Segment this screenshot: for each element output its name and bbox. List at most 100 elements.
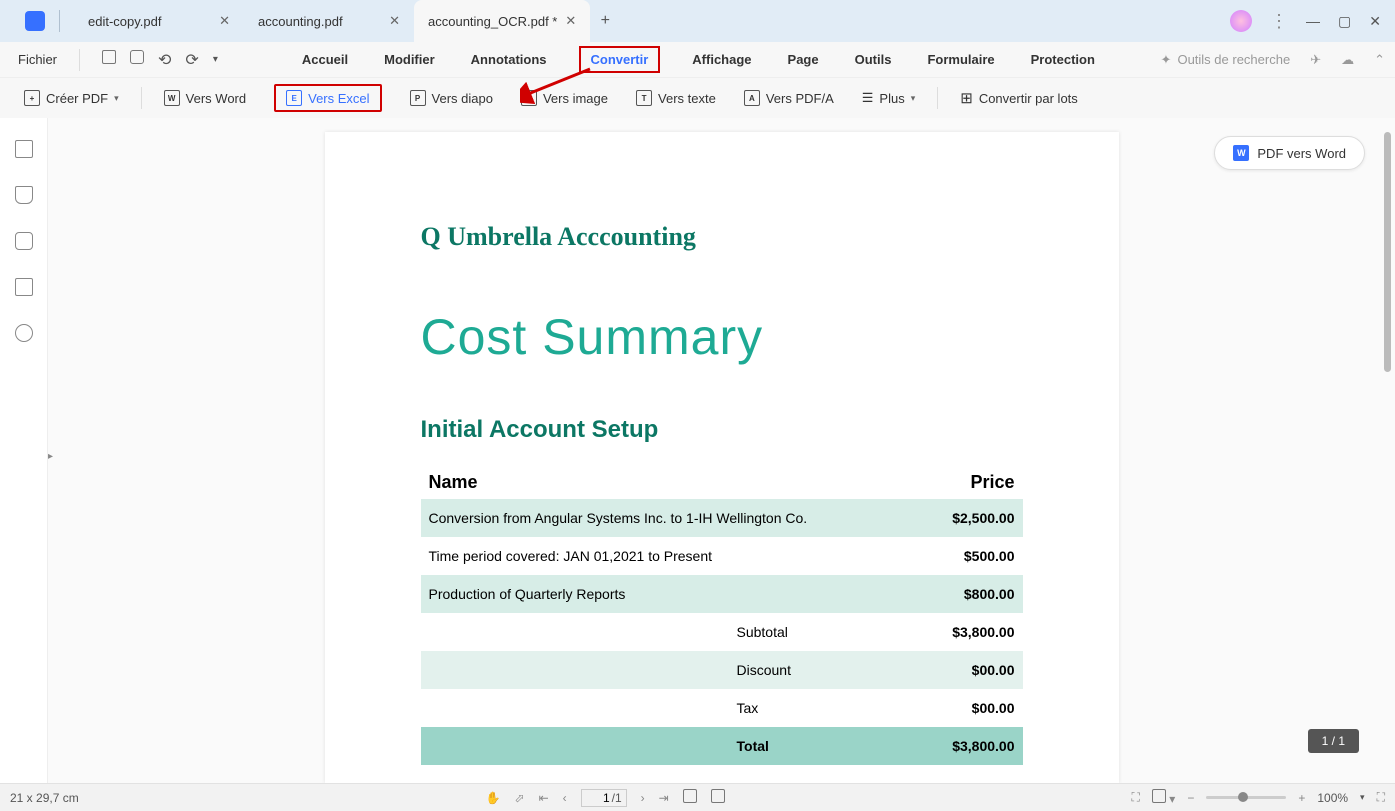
summary-row: Total$3,800.00 bbox=[421, 727, 1023, 765]
document-tab[interactable]: accounting.pdf ✕ bbox=[244, 0, 414, 42]
cloud-icon[interactable]: ☁ bbox=[1341, 52, 1354, 68]
to-excel-label: Vers Excel bbox=[308, 91, 369, 106]
menu-convertir[interactable]: Convertir bbox=[579, 46, 661, 73]
close-tab-icon[interactable]: ✕ bbox=[219, 13, 230, 29]
close-button[interactable]: ✕ bbox=[1369, 13, 1381, 30]
row-price: $500.00 bbox=[964, 548, 1015, 564]
document-viewport[interactable]: Q Umbrella Acccounting Cost Summary Init… bbox=[48, 118, 1395, 783]
comments-icon[interactable] bbox=[15, 232, 33, 250]
zoom-level[interactable]: 100% bbox=[1317, 791, 1348, 805]
fit-width-icon[interactable]: ⛶ bbox=[1132, 790, 1140, 805]
next-page-icon[interactable]: › bbox=[641, 791, 645, 805]
to-excel-button[interactable]: E Vers Excel bbox=[274, 84, 381, 112]
summary-row: Tax$00.00 bbox=[421, 689, 1023, 727]
to-texte-label: Vers texte bbox=[658, 91, 716, 106]
pdfa-icon: A bbox=[744, 90, 760, 106]
zoom-out-icon[interactable]: − bbox=[1187, 791, 1194, 805]
hand-tool-icon[interactable]: ✋ bbox=[486, 791, 501, 805]
new-tab-button[interactable]: + bbox=[590, 12, 620, 30]
create-pdf-label: Créer PDF bbox=[46, 91, 108, 106]
menu-formulaire[interactable]: Formulaire bbox=[923, 46, 998, 73]
vertical-scrollbar[interactable] bbox=[1384, 132, 1391, 372]
workspace: ▸ Q Umbrella Acccounting Cost Summary In… bbox=[0, 118, 1395, 783]
to-diapo-button[interactable]: P Vers diapo bbox=[410, 90, 493, 106]
plus-button[interactable]: ☰ Plus ▾ bbox=[862, 90, 915, 106]
zoom-dropdown-icon[interactable]: ▾ bbox=[1360, 792, 1365, 803]
redo-icon[interactable]: ⟳ bbox=[185, 50, 198, 70]
view-mode-icon[interactable]: ▾ bbox=[1152, 789, 1175, 806]
minimize-button[interactable]: — bbox=[1306, 13, 1320, 29]
page-dimensions: 21 x 29,7 cm bbox=[10, 791, 79, 805]
create-pdf-button[interactable]: + Créer PDF ▾ bbox=[24, 90, 119, 106]
doc-subtitle: Initial Account Setup bbox=[421, 416, 1023, 444]
prev-page-icon[interactable]: ‹ bbox=[563, 791, 567, 805]
qat-dropdown-icon[interactable]: ▾ bbox=[213, 54, 218, 65]
menu-accueil[interactable]: Accueil bbox=[298, 46, 352, 73]
table-row: Conversion from Angular Systems Inc. to … bbox=[421, 499, 1023, 537]
user-avatar[interactable] bbox=[1230, 10, 1252, 32]
page-input[interactable]: /1 bbox=[581, 789, 627, 807]
row-price: $2,500.00 bbox=[952, 510, 1014, 526]
pdf-page: Q Umbrella Acccounting Cost Summary Init… bbox=[325, 132, 1119, 783]
to-word-button[interactable]: W Vers Word bbox=[164, 90, 246, 106]
pdf-to-word-float-button[interactable]: W PDF vers Word bbox=[1214, 136, 1365, 170]
chevron-down-icon: ▾ bbox=[114, 93, 119, 104]
close-tab-icon[interactable]: ✕ bbox=[565, 13, 576, 29]
more-icon[interactable]: ⋮ bbox=[1270, 11, 1288, 32]
plus-label: Plus bbox=[879, 91, 904, 106]
document-tab[interactable]: edit-copy.pdf✕ bbox=[74, 0, 244, 42]
table-row: Time period covered: JAN 01,2021 to Pres… bbox=[421, 537, 1023, 575]
excel-icon: E bbox=[286, 90, 302, 106]
close-tab-icon[interactable]: ✕ bbox=[389, 13, 400, 29]
file-menu[interactable]: Fichier bbox=[10, 52, 65, 67]
menu-affichage[interactable]: Affichage bbox=[688, 46, 755, 73]
single-page-icon[interactable] bbox=[683, 789, 697, 806]
float-button-label: PDF vers Word bbox=[1257, 146, 1346, 161]
first-page-icon[interactable]: ⇤ bbox=[539, 791, 549, 805]
thumbnails-icon[interactable] bbox=[15, 140, 33, 158]
menu-outils[interactable]: Outils bbox=[851, 46, 896, 73]
print-icon[interactable] bbox=[130, 50, 144, 69]
to-image-label: Vers image bbox=[543, 91, 608, 106]
batch-convert-button[interactable]: ⊞ Convertir par lots bbox=[960, 89, 1078, 107]
divider bbox=[141, 87, 142, 109]
batch-icon: ⊞ bbox=[960, 89, 973, 107]
to-texte-button[interactable]: T Vers texte bbox=[636, 90, 716, 106]
to-image-button[interactable]: ▲ Vers image bbox=[521, 90, 608, 106]
bookmarks-icon[interactable] bbox=[15, 186, 33, 204]
undo-icon[interactable]: ⟲ bbox=[158, 50, 171, 70]
menubar: Fichier ⟲ ⟳ ▾ Accueil Modifier Annotations… bbox=[0, 42, 1395, 78]
menu-icon: ☰ bbox=[862, 90, 874, 106]
zoom-in-icon[interactable]: + bbox=[1298, 791, 1305, 805]
help-icon[interactable]: ⌃ bbox=[1374, 52, 1385, 68]
menu-protection[interactable]: Protection bbox=[1027, 46, 1099, 73]
divider bbox=[937, 87, 938, 109]
document-tab[interactable]: accounting_OCR.pdf *✕ bbox=[414, 0, 590, 42]
page-number-field[interactable] bbox=[586, 791, 610, 805]
search-icon[interactable] bbox=[15, 324, 33, 342]
lightbulb-icon: ✦ bbox=[1161, 52, 1172, 68]
tab-label: accounting.pdf bbox=[258, 14, 343, 29]
maximize-button[interactable]: ▢ bbox=[1338, 13, 1351, 30]
chevron-down-icon: ▾ bbox=[911, 93, 916, 104]
fullscreen-icon[interactable]: ⛶ bbox=[1377, 790, 1385, 805]
summary-value: $3,800.00 bbox=[952, 738, 1014, 754]
statusbar: 21 x 29,7 cm ✋ ⬀ ⇤ ‹ /1 › ⇥ ⛶ ▾ − + 100%… bbox=[0, 783, 1395, 811]
attachments-icon[interactable] bbox=[15, 278, 33, 296]
menu-modifier[interactable]: Modifier bbox=[380, 46, 439, 73]
zoom-slider[interactable] bbox=[1206, 796, 1286, 799]
select-tool-icon[interactable]: ⬀ bbox=[515, 791, 525, 805]
to-diapo-label: Vers diapo bbox=[432, 91, 493, 106]
page-navigation: ✋ ⬀ ⇤ ‹ /1 › ⇥ bbox=[486, 789, 725, 807]
facing-pages-icon[interactable] bbox=[711, 789, 725, 806]
send-icon[interactable]: ✈ bbox=[1310, 52, 1321, 68]
save-icon[interactable] bbox=[102, 50, 116, 69]
tab-strip: edit-copy.pdf✕accounting.pdf✕accounting_… bbox=[74, 0, 590, 42]
to-pdfa-button[interactable]: A Vers PDF/A bbox=[744, 90, 834, 106]
last-page-icon[interactable]: ⇥ bbox=[659, 791, 669, 805]
table-row: Production of Quarterly Reports$800.00 bbox=[421, 575, 1023, 613]
summary-label: Tax bbox=[737, 700, 972, 716]
menu-page[interactable]: Page bbox=[784, 46, 823, 73]
menu-annotations[interactable]: Annotations bbox=[467, 46, 551, 73]
search-tools[interactable]: ✦ Outils de recherche bbox=[1161, 52, 1291, 68]
